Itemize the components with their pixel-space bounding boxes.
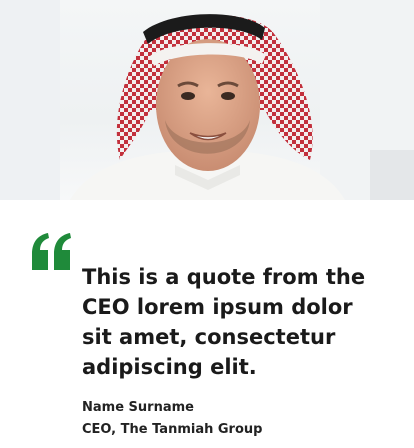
quote-icon <box>32 233 71 270</box>
author-name: Name Surname <box>82 400 194 415</box>
testimonial-quote: This is a quote from the CEO lorem ipsum… <box>82 265 366 379</box>
ceo-photo <box>0 0 414 200</box>
author-role: CEO, The Tanmiah Group <box>82 422 263 437</box>
